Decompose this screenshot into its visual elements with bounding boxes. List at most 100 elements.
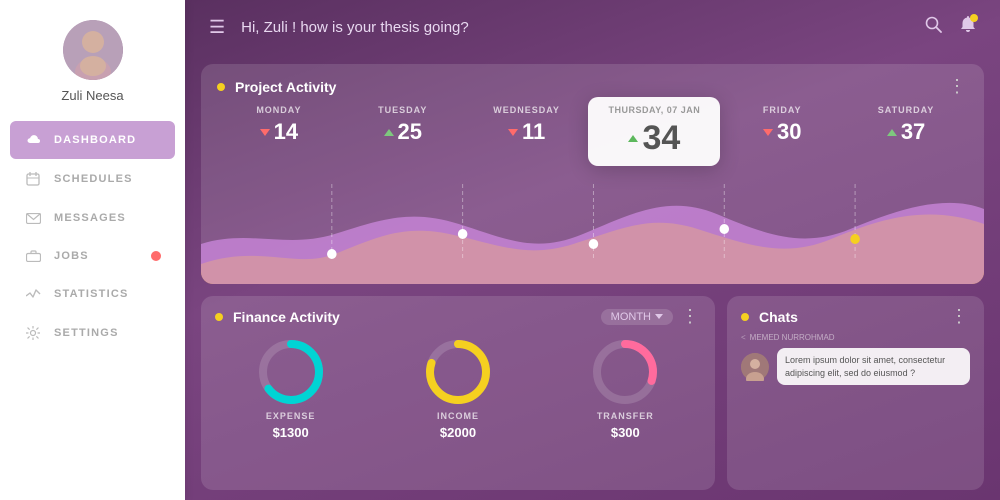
sidebar-item-schedules[interactable]: SCHEDULES [0, 159, 185, 199]
activity-icon [24, 288, 42, 300]
bottom-row: Finance Activity MONTH ⋮ EXPENSE [201, 296, 984, 490]
user-name: Zuli Neesa [61, 88, 123, 103]
project-activity-card: Project Activity ⋮ MONDAY 14 TUESDAY [201, 64, 984, 284]
transfer-value: $300 [611, 425, 640, 440]
day-monday: MONDAY 14 [217, 105, 341, 158]
day-wednesday-label: WEDNESDAY [493, 105, 560, 115]
chats-card-title: Chats [759, 309, 950, 325]
day-tuesday-number: 25 [398, 119, 422, 145]
content-area: Project Activity ⋮ MONDAY 14 TUESDAY [185, 54, 1000, 500]
day-saturday: SATURDAY 37 [844, 105, 968, 158]
topbar-actions [925, 16, 976, 39]
trend-down-icon [260, 129, 270, 136]
cloud-icon [24, 134, 42, 146]
greeting-text: Hi, Zuli ! how is your thesis going? [241, 19, 925, 36]
project-dot [217, 83, 225, 91]
income-donut [423, 337, 493, 407]
trend-up-icon-sat [887, 129, 897, 136]
trend-up-icon-thu [628, 135, 638, 142]
income-label: INCOME [437, 411, 479, 421]
day-thursday-number: 34 [642, 119, 680, 158]
main-content: ☰ Hi, Zuli ! how is your thesis going? P… [185, 0, 1000, 500]
project-card-title: Project Activity [235, 79, 948, 95]
notification-dot [970, 14, 978, 22]
day-saturday-number: 37 [901, 119, 925, 145]
day-wednesday: WEDNESDAY 11 [465, 105, 589, 158]
day-saturday-label: SATURDAY [878, 105, 935, 115]
sidebar-item-statistics[interactable]: STATISTICS [0, 275, 185, 313]
sidebar-item-messages-label: MESSAGES [54, 212, 126, 224]
day-thursday: THURSDAY, 07 JAN 34 [588, 97, 720, 166]
trend-down-icon-fri [763, 129, 773, 136]
day-monday-value: 14 [260, 119, 298, 145]
wave-chart [201, 174, 984, 284]
chat-sender: < MEMED NURROHMAD [727, 333, 984, 344]
day-friday-value: 30 [763, 119, 801, 145]
finance-activity-card: Finance Activity MONTH ⋮ EXPENSE [201, 296, 715, 490]
sidebar-item-messages[interactable]: MESSAGES [0, 199, 185, 237]
day-monday-number: 14 [274, 119, 298, 145]
sidebar: Zuli Neesa DASHBOARD SCHEDULES MESSAGES … [0, 0, 185, 500]
chat-sender-name: MEMED NURROHMAD [750, 333, 835, 342]
chat-user-row: Lorem ipsum dolor sit amet, consectetur … [727, 344, 984, 389]
income-value: $2000 [440, 425, 476, 440]
day-friday: FRIDAY 30 [720, 105, 844, 158]
sidebar-item-jobs-label: JOBS [54, 250, 89, 262]
calendar-icon [24, 172, 42, 186]
sidebar-item-jobs[interactable]: JOBS [0, 237, 185, 275]
trend-down-icon-wed [508, 129, 518, 136]
day-friday-label: FRIDAY [763, 105, 802, 115]
avatar-image [63, 20, 123, 80]
transfer-item: TRANSFER $300 [590, 337, 660, 440]
day-tuesday-label: TUESDAY [378, 105, 427, 115]
hamburger-icon[interactable]: ☰ [209, 17, 225, 38]
day-wednesday-number: 11 [522, 119, 545, 145]
project-card-menu[interactable]: ⋮ [948, 76, 968, 97]
month-filter[interactable]: MONTH [601, 309, 673, 325]
chevron-down-icon [655, 314, 663, 319]
chat-bubble: Lorem ipsum dolor sit amet, consectetur … [777, 348, 970, 385]
chat-avatar [741, 353, 769, 381]
sidebar-item-dashboard-label: DASHBOARD [54, 134, 136, 146]
chats-card: Chats ⋮ < MEMED NURROHMAD Lorem ipsum do… [727, 296, 984, 490]
trend-up-icon [384, 129, 394, 136]
day-monday-label: MONDAY [256, 105, 301, 115]
chat-back-icon: < [741, 333, 746, 342]
day-thursday-label: THURSDAY, 07 JAN [609, 105, 701, 115]
avatar [63, 20, 123, 80]
wave-svg [201, 174, 984, 284]
jobs-badge [151, 251, 161, 261]
chats-card-menu[interactable]: ⋮ [950, 306, 970, 327]
chats-card-header: Chats ⋮ [727, 296, 984, 333]
chat-message: Lorem ipsum dolor sit amet, consectetur … [785, 355, 945, 378]
sidebar-item-statistics-label: STATISTICS [54, 288, 129, 300]
sidebar-item-schedules-label: SCHEDULES [54, 173, 133, 185]
day-wednesday-value: 11 [508, 119, 545, 145]
finance-dot [215, 313, 223, 321]
day-friday-number: 30 [777, 119, 801, 145]
expense-label: EXPENSE [266, 411, 316, 421]
topbar: ☰ Hi, Zuli ! how is your thesis going? [185, 0, 1000, 54]
donut-row: EXPENSE $1300 INCOME $2000 [201, 333, 715, 440]
notification-icon[interactable] [960, 16, 976, 39]
briefcase-icon [24, 250, 42, 262]
day-tuesday-value: 25 [384, 119, 422, 145]
envelope-icon [24, 213, 42, 224]
finance-card-menu[interactable]: ⋮ [681, 306, 701, 327]
expense-value: $1300 [273, 425, 309, 440]
search-icon[interactable] [925, 16, 942, 38]
expense-item: EXPENSE $1300 [256, 337, 326, 440]
sidebar-item-settings-label: SETTINGS [54, 327, 119, 339]
month-filter-label: MONTH [611, 311, 651, 323]
sidebar-item-settings[interactable]: SETTINGS [0, 313, 185, 353]
day-thursday-value: 34 [628, 119, 680, 158]
finance-card-header: Finance Activity MONTH ⋮ [201, 296, 715, 333]
day-saturday-value: 37 [887, 119, 925, 145]
expense-donut [256, 337, 326, 407]
sidebar-item-dashboard[interactable]: DASHBOARD [10, 121, 175, 159]
income-item: INCOME $2000 [423, 337, 493, 440]
days-row: MONDAY 14 TUESDAY 25 WEDNESDAY [201, 105, 984, 158]
finance-card-title: Finance Activity [233, 309, 601, 325]
gear-icon [24, 326, 42, 340]
day-tuesday: TUESDAY 25 [341, 105, 465, 158]
